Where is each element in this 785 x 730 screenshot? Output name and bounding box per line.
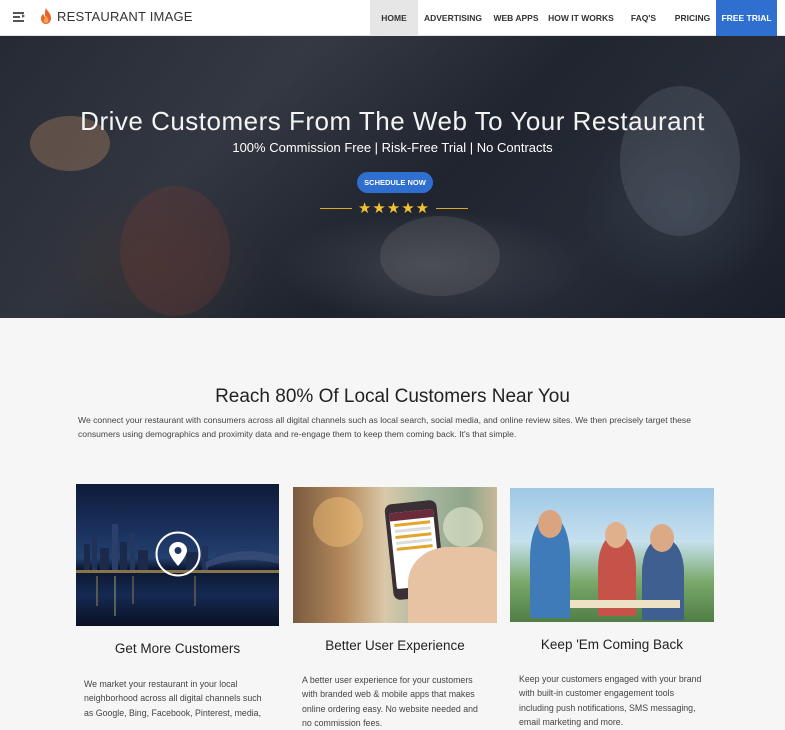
brand-logo[interactable]: RESTAURANT IMAGE [40,8,193,24]
nav-home[interactable]: HOME [370,0,418,36]
hand [408,547,497,623]
person [642,540,684,620]
card-title: Get More Customers [114,641,241,656]
nav-free-trial-button[interactable]: FREE TRIAL [716,0,777,36]
card-text: A better user experience for your custom… [302,675,478,728]
top-navbar: RESTAURANT IMAGE HOME ADVERTISING WEB AP… [0,0,785,36]
nav-advertising[interactable]: ADVERTISING [418,0,488,36]
brand-name: RESTAURANT IMAGE [57,8,193,24]
blur-light [443,507,483,547]
nav-web-apps[interactable]: WEB APPS [488,0,544,36]
hero-subtitle: 100% Commission Free | Risk-Free Trial |… [232,140,553,155]
nav-how-it-works[interactable]: HOW IT WORKS [544,0,618,36]
hero-photo-detail [380,216,500,296]
friends-cafe-image [510,488,714,622]
schedule-now-button[interactable]: SCHEDULE NOW [357,172,433,193]
phone-app-image [293,487,497,623]
section-description: We connect your restaurant with consumer… [78,415,692,439]
star-rating-icon: ★★★★★ [357,200,431,217]
card-text: Keep your customers engaged with your br… [519,674,702,727]
city-skyline-image [76,484,279,626]
hero-banner: Drive Customers From The Web To Your Res… [0,36,785,318]
card-text: We market your restaurant in your local … [84,679,262,718]
person-head [538,510,562,538]
flame-icon [41,8,51,24]
nav-pricing[interactable]: PRICING [669,0,716,36]
person-head [650,524,674,552]
cafe-table [570,600,680,608]
rating-divider [320,208,352,209]
person-head [605,522,627,548]
card-title: Keep 'Em Coming Back [540,637,684,652]
hero-title: Drive Customers From The Web To Your Res… [80,106,705,136]
menu-toggle-icon[interactable] [13,11,27,25]
main-nav: HOME ADVERTISING WEB APPS HOW IT WORKS F… [370,0,777,36]
rating: ★★★★★ [320,200,468,217]
hero-photo-detail [120,186,230,316]
nav-faqs[interactable]: FAQ'S [618,0,669,36]
map-pin-icon [155,531,201,577]
card-title: Better User Experience [325,638,465,653]
section-title: Reach 80% Of Local Customers Near You [215,386,570,407]
blur-light [313,497,363,547]
rating-divider [436,208,468,209]
